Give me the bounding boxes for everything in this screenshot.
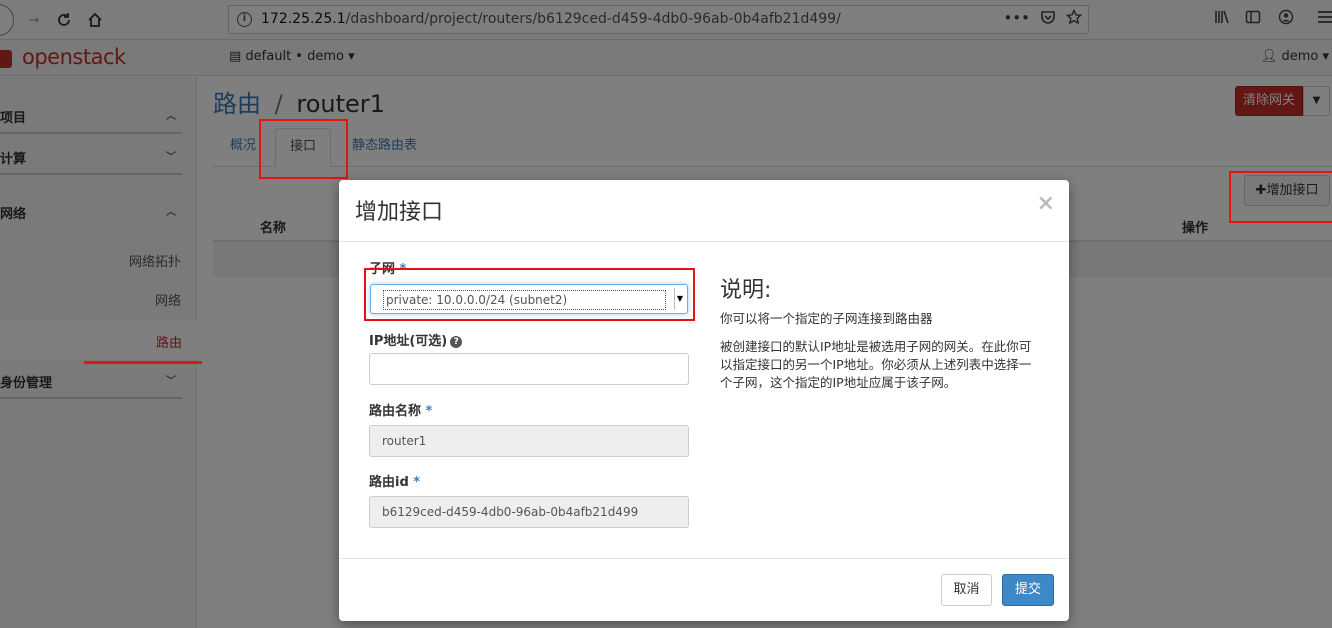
router-name-field[interactable]: router1	[369, 425, 689, 457]
required-mark: *	[413, 475, 421, 490]
required-mark: *	[425, 404, 433, 419]
ip-address-label-text: IP地址(可选)	[369, 334, 448, 349]
modal-footer: 取消 提交	[339, 558, 1069, 621]
annotation-box-subnet-select	[364, 268, 695, 321]
description-title: 说明:	[720, 278, 772, 303]
router-id-label-text: 路由id	[369, 475, 409, 490]
close-icon[interactable]: ×	[1037, 191, 1055, 216]
router-name-label-text: 路由名称	[369, 404, 422, 419]
add-interface-dialog: 增加接口 × 子网 * private: 10.0.0.0/24 (subnet…	[339, 180, 1069, 621]
annotation-box-add-interface	[1229, 171, 1332, 223]
annotation-underline-routers	[84, 361, 202, 364]
modal-title: 增加接口	[355, 200, 444, 225]
ip-address-input[interactable]	[369, 353, 689, 385]
annotation-box-interfaces-tab	[259, 119, 348, 179]
router-id-field[interactable]: b6129ced-d459-4db0-96ab-0b4afb21d499	[369, 496, 689, 528]
router-id-label: 路由id *	[369, 471, 420, 490]
router-name-label: 路由名称 *	[369, 400, 432, 419]
help-icon[interactable]: ?	[450, 336, 463, 348]
cancel-button[interactable]: 取消	[941, 574, 992, 606]
description-line-2: 被创建接口的默认IP地址是被选用子网的网关。在此你可以指定接口的另一个IP地址。…	[720, 339, 1032, 390]
description-line-1: 你可以将一个指定的子网连接到路由器	[720, 311, 933, 326]
ip-address-label: IP地址(可选)?	[369, 330, 463, 349]
modal-header: 增加接口 ×	[339, 180, 1069, 242]
submit-button[interactable]: 提交	[1002, 574, 1054, 606]
